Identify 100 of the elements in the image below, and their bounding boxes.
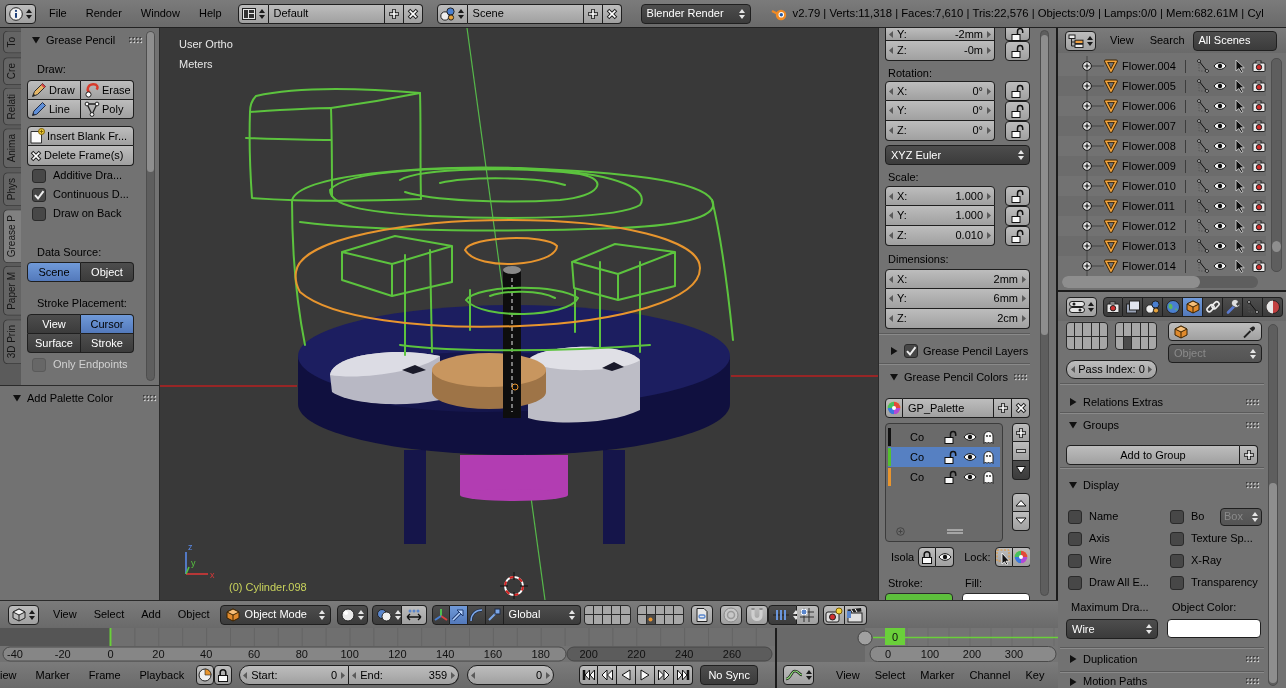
snap-element-dropdown[interactable] <box>767 604 797 625</box>
pointer-arrow-icon[interactable] <box>1235 199 1245 213</box>
eye-icon[interactable] <box>963 452 977 462</box>
layer-toggle[interactable] <box>1099 336 1107 349</box>
layer-toggle[interactable] <box>1067 323 1075 336</box>
layer-toggle[interactable] <box>1075 336 1083 349</box>
menu-item[interactable]: Window <box>140 7 180 20</box>
eye-icon[interactable] <box>1213 141 1227 151</box>
checkbox[interactable] <box>32 168 46 183</box>
add-group-button[interactable] <box>1240 445 1258 465</box>
orientation-dropdown[interactable]: Global <box>503 604 581 625</box>
color-lock-button[interactable] <box>1012 547 1030 567</box>
menu-item[interactable]: iew <box>0 668 17 682</box>
snap-target-button[interactable] <box>796 604 819 625</box>
outliner-item[interactable]: Flower.010 <box>1058 176 1266 196</box>
layer-toggle[interactable] <box>646 605 655 614</box>
scrollbar-thumb[interactable] <box>1062 276 1200 288</box>
editor-type-button[interactable] <box>1065 30 1096 51</box>
outliner-item[interactable]: Flower.009 <box>1058 156 1266 176</box>
properties-tab[interactable] <box>1143 296 1163 317</box>
checkbox[interactable] <box>1068 531 1082 546</box>
mode-dropdown[interactable]: Object Mode <box>219 604 331 625</box>
eye-icon[interactable] <box>1213 61 1227 71</box>
filter-dropdown[interactable]: All Scenes <box>1192 30 1277 51</box>
outliner-item[interactable]: Flower.008 <box>1058 136 1266 156</box>
add-color-button[interactable] <box>1012 423 1030 442</box>
number-field[interactable]: Y: 1.000 <box>885 206 995 226</box>
tool-button[interactable]: Poly <box>81 100 134 119</box>
frame-button[interactable]: Insert Blank Fr... <box>27 126 134 146</box>
object-field[interactable] <box>1168 322 1262 341</box>
camera-icon[interactable] <box>1252 220 1266 232</box>
outliner-item[interactable]: Flower.014 <box>1058 256 1266 276</box>
sidebar-tab[interactable]: Paper M <box>3 266 21 316</box>
palette-name-field[interactable]: GP_Palette <box>903 398 994 418</box>
layer-toggle[interactable] <box>1116 336 1124 349</box>
pointer-arrow-icon[interactable] <box>1235 119 1245 133</box>
playback-button[interactable] <box>617 665 637 685</box>
layer-toggle[interactable] <box>674 605 683 614</box>
layer-toggle[interactable] <box>621 615 630 624</box>
number-field[interactable]: X: 1.000 <box>885 186 995 206</box>
checkbox[interactable] <box>1068 509 1082 524</box>
pointer-arrow-icon[interactable] <box>1235 219 1245 233</box>
menu-item[interactable]: View <box>836 668 860 682</box>
end-frame-field[interactable]: End: 359 <box>349 665 460 685</box>
menu-item[interactable]: Channel <box>969 668 1011 682</box>
number-field[interactable]: Y: 6mm <box>885 289 1030 309</box>
delete-button[interactable] <box>403 3 423 24</box>
expand-toggle-icon[interactable] <box>1082 256 1104 276</box>
playback-button[interactable] <box>598 665 618 685</box>
menu-item[interactable]: Object <box>177 608 210 621</box>
number-field[interactable]: Y: -2mm <box>885 28 995 41</box>
checkbox[interactable] <box>1170 553 1184 568</box>
layer-toggle[interactable] <box>1099 323 1107 336</box>
panel-header[interactable]: Duplication <box>1066 650 1262 668</box>
layer-toggle[interactable] <box>1091 323 1099 336</box>
manipulator-toggle[interactable] <box>431 604 450 625</box>
pointer-arrow-icon[interactable] <box>1235 99 1245 113</box>
number-field[interactable]: Z: -0m <box>885 41 995 61</box>
sidebar-tab[interactable]: 3D Prin <box>3 318 21 365</box>
isolate-lock-button[interactable] <box>918 547 937 567</box>
sidebar-tab[interactable]: Phys <box>3 171 21 206</box>
menu-item[interactable]: Render <box>85 7 122 20</box>
delete-button[interactable] <box>602 3 622 24</box>
properties-tab[interactable] <box>1183 296 1203 317</box>
eye-icon[interactable] <box>1213 201 1227 211</box>
panel-header[interactable]: Grease Pencil Layers <box>885 341 1030 361</box>
current-frame-field[interactable]: 0 <box>467 665 555 685</box>
layer-toggle[interactable] <box>593 615 602 624</box>
number-field[interactable]: Y: 0° <box>885 101 995 121</box>
move-down-button[interactable] <box>1012 512 1030 531</box>
editor-type-button[interactable] <box>1066 296 1097 317</box>
scrollbar-thumb[interactable] <box>1041 35 1048 335</box>
eye-icon[interactable] <box>963 472 977 482</box>
expand-toggle-icon[interactable] <box>1082 156 1104 176</box>
layer-toggle[interactable] <box>1140 336 1148 349</box>
checkbox[interactable] <box>32 206 46 221</box>
properties-tab[interactable] <box>1203 296 1223 317</box>
toggle-button[interactable]: Cursor <box>81 314 134 334</box>
proportional-edit-button[interactable] <box>719 604 742 625</box>
transform-mode-button[interactable] <box>467 604 486 625</box>
menu-item[interactable]: Marker <box>920 668 955 682</box>
layer-toggle[interactable] <box>637 605 646 614</box>
ghost-icon[interactable] <box>983 450 994 464</box>
object-color-swatch[interactable] <box>1167 619 1261 638</box>
editor-type-button[interactable] <box>5 3 36 24</box>
expand-toggle-icon[interactable] <box>1082 236 1104 256</box>
properties-tab[interactable] <box>1103 296 1123 317</box>
eye-icon[interactable] <box>1213 161 1227 171</box>
playback-button[interactable] <box>636 665 656 685</box>
pivot-dropdown[interactable] <box>371 604 402 625</box>
eye-icon[interactable] <box>1213 101 1227 111</box>
lock-toggle[interactable] <box>1005 121 1030 141</box>
layer-toggle[interactable] <box>1083 323 1091 336</box>
properties-tab[interactable] <box>1163 296 1183 317</box>
expand-toggle-icon[interactable] <box>1082 136 1104 156</box>
layer-toggle[interactable] <box>584 605 593 614</box>
menu-item[interactable]: Key <box>1025 668 1045 682</box>
layer-toggle[interactable] <box>646 615 655 624</box>
camera-icon[interactable] <box>1252 160 1266 172</box>
camera-icon[interactable] <box>1252 180 1266 192</box>
